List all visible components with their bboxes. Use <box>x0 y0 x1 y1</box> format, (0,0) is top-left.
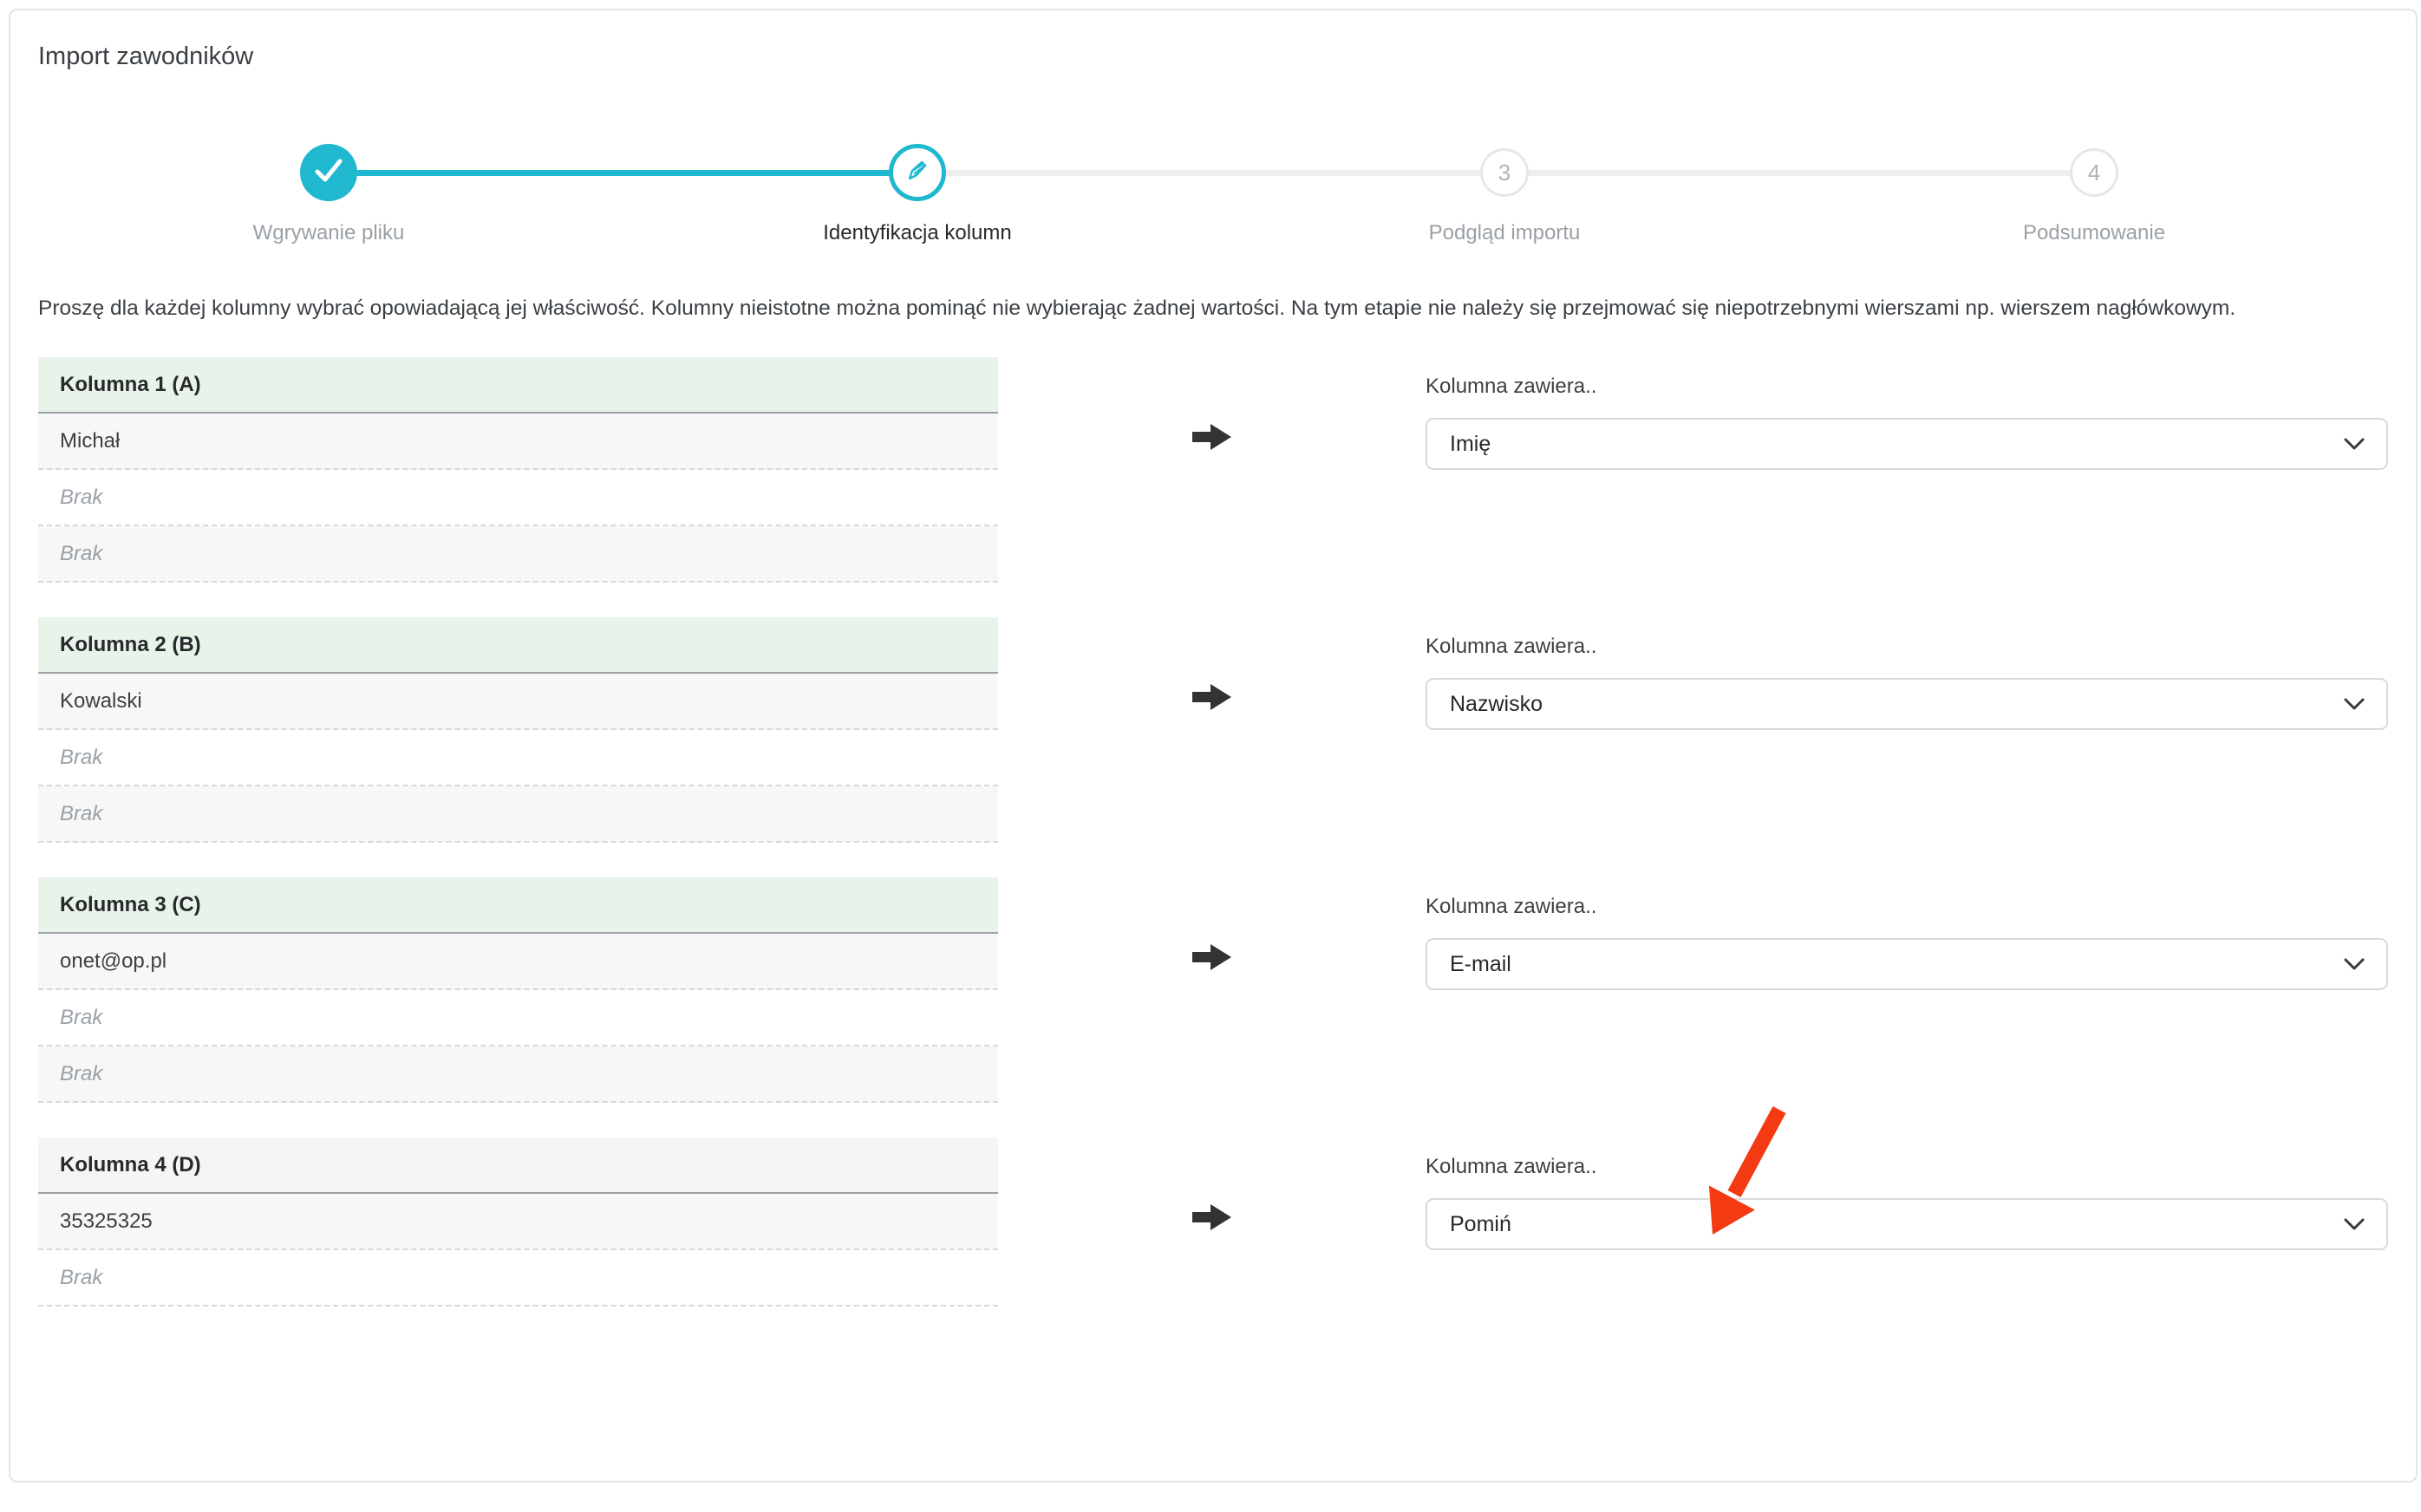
page-title: Import zawodników <box>38 42 2388 71</box>
step-2-circle[interactable] <box>889 144 946 201</box>
arrow-right-icon <box>1192 941 1232 974</box>
table-row: Brak <box>38 1046 998 1103</box>
chevron-down-icon <box>2343 432 2366 457</box>
wizard-stepper: 3 4 Wgrywanie pliku Identyfikacja kolumn… <box>38 114 2388 262</box>
step-4-number: 4 <box>2088 160 2100 186</box>
column-1-field-select[interactable]: Imię <box>1426 418 2388 470</box>
column-2-field-select[interactable]: Nazwisko <box>1426 678 2388 730</box>
arrow-right-icon <box>1192 1201 1232 1234</box>
column-header: Kolumna 1 (A) <box>38 357 998 414</box>
column-1-preview-table: Kolumna 1 (A) Michał Brak Brak <box>38 357 998 583</box>
table-row: onet@op.pl <box>38 934 998 990</box>
step-1-circle[interactable] <box>300 144 357 201</box>
table-row: 35325325 <box>38 1194 998 1250</box>
step-1-label: Wgrywanie pliku <box>147 220 511 246</box>
stepper-track-completed <box>329 170 917 176</box>
arrow-right-icon <box>1192 681 1232 714</box>
chevron-down-icon <box>2343 1212 2366 1237</box>
column-header: Kolumna 2 (B) <box>38 617 998 674</box>
step-3-circle[interactable]: 3 <box>1480 148 1529 197</box>
column-header: Kolumna 3 (C) <box>38 877 998 934</box>
column-3-preview-table: Kolumna 3 (C) onet@op.pl Brak Brak <box>38 877 998 1103</box>
step-2-label: Identyfikacja kolumn <box>735 220 1100 246</box>
mapping-row-column-4: Kolumna 4 (D) 35325325 Brak Kolumna zawi… <box>38 1137 2388 1307</box>
arrow-zone <box>998 877 1426 1103</box>
column-4-mapping: Kolumna zawiera.. Pomiń <box>1426 1137 2388 1307</box>
mapping-row-column-1: Kolumna 1 (A) Michał Brak Brak Kolumna z… <box>38 357 2388 583</box>
table-row: Brak <box>38 470 998 526</box>
arrow-zone <box>998 617 1426 843</box>
table-row: Michał <box>38 414 998 470</box>
arrow-right-icon <box>1192 420 1232 453</box>
import-wizard-card: Import zawodników <box>9 9 2418 1483</box>
chevron-down-icon <box>2343 692 2366 717</box>
mapping-label: Kolumna zawiera.. <box>1426 375 2388 399</box>
arrow-zone <box>998 357 1426 583</box>
check-icon <box>314 158 343 188</box>
table-row: Brak <box>38 730 998 786</box>
chevron-down-icon <box>2343 952 2366 977</box>
mapping-label: Kolumna zawiera.. <box>1426 895 2388 919</box>
column-4-field-select[interactable]: Pomiń <box>1426 1198 2388 1250</box>
pencil-icon <box>904 157 931 189</box>
column-header: Kolumna 4 (D) <box>38 1137 998 1194</box>
annotation-red-arrow-icon <box>1684 1099 1805 1255</box>
step-3-label: Podgląd importu <box>1322 220 1687 246</box>
arrow-zone <box>998 1137 1426 1307</box>
table-row: Brak <box>38 1250 998 1307</box>
selected-value: Imię <box>1450 432 1491 457</box>
mapping-label: Kolumna zawiera.. <box>1426 1155 2388 1179</box>
column-3-field-select[interactable]: E-mail <box>1426 938 2388 990</box>
table-row: Brak <box>38 990 998 1046</box>
selected-value: E-mail <box>1450 952 1511 977</box>
column-2-preview-table: Kolumna 2 (B) Kowalski Brak Brak <box>38 617 998 843</box>
column-2-mapping: Kolumna zawiera.. Nazwisko <box>1426 617 2388 843</box>
selected-value: Nazwisko <box>1450 692 1543 717</box>
selected-value: Pomiń <box>1450 1212 1511 1237</box>
table-row: Kowalski <box>38 674 998 730</box>
column-3-mapping: Kolumna zawiera.. E-mail <box>1426 877 2388 1103</box>
column-1-mapping: Kolumna zawiera.. Imię <box>1426 357 2388 583</box>
table-row: Brak <box>38 526 998 583</box>
step-3-number: 3 <box>1498 160 1511 186</box>
mapping-row-column-2: Kolumna 2 (B) Kowalski Brak Brak Kolumna… <box>38 617 2388 843</box>
table-row: Brak <box>38 786 998 843</box>
mapping-label: Kolumna zawiera.. <box>1426 635 2388 659</box>
step-4-circle[interactable]: 4 <box>2070 148 2118 197</box>
instruction-text: Proszę dla każdej kolumny wybrać opowiad… <box>38 297 2388 321</box>
step-4-label: Podsumowanie <box>1912 220 2276 246</box>
mapping-row-column-3: Kolumna 3 (C) onet@op.pl Brak Brak Kolum… <box>38 877 2388 1103</box>
column-4-preview-table: Kolumna 4 (D) 35325325 Brak <box>38 1137 998 1307</box>
